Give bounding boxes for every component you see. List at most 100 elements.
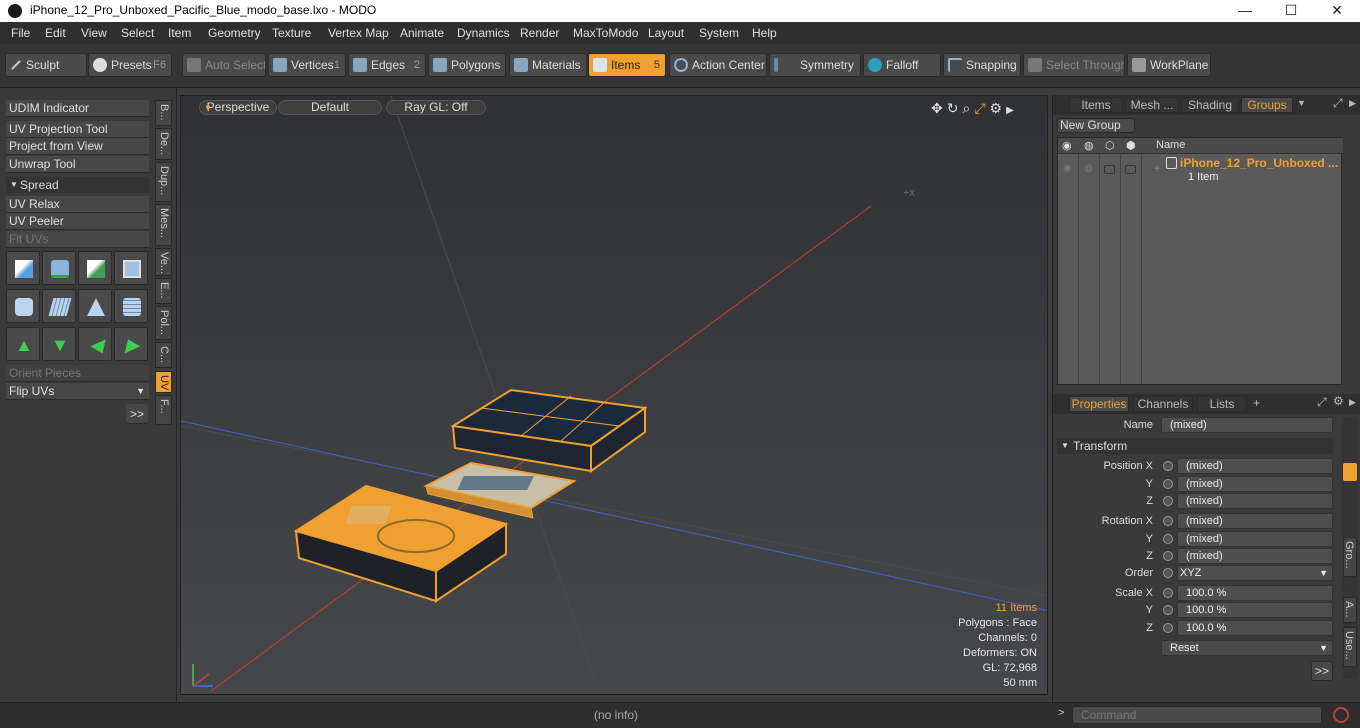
tab-items[interactable]: Items [1069,97,1123,113]
rotation-x-radio[interactable] [1163,516,1173,526]
menu-item[interactable]: Item [168,26,191,40]
position-z-radio[interactable] [1163,496,1173,506]
position-y-field[interactable]: (mixed) [1177,476,1333,492]
menu-file[interactable]: File [11,26,30,40]
falloff-button[interactable]: Falloff [863,53,941,77]
3d-viewport[interactable]: +x Perspective Default Ray GL: Off ✥↻⌕⤢⚙… [180,95,1048,695]
spread-section-header[interactable]: ▼ Spread [6,177,149,193]
name-field[interactable]: (mixed) [1161,417,1333,433]
expand-plus-icon[interactable]: + [1154,164,1160,175]
scale-z-radio[interactable] [1163,623,1173,633]
record-icon[interactable] [1333,707,1349,723]
group-row[interactable]: ◉ ◍ + iPhone_12_Pro_Unboxed ... 1 Item [1058,156,1343,184]
scale-x-radio[interactable] [1163,588,1173,598]
udim-indicator-button[interactable]: UDIM Indicator [6,100,149,117]
lock-icon[interactable]: ⬡ [1105,139,1115,152]
tab-lists[interactable]: Lists [1197,396,1247,412]
uv-projection-tool-button[interactable]: UV Projection Tool [6,121,149,138]
vtab-f[interactable]: F... [155,395,172,425]
play-icon[interactable]: ▶ [1349,98,1356,109]
tab-channels[interactable]: Channels [1133,396,1193,412]
add-tab-button[interactable]: + [1253,396,1260,410]
sculpt-button[interactable]: Sculpt [5,53,87,77]
command-input[interactable] [1072,706,1322,724]
select-through-button[interactable]: Select Through [1023,53,1125,77]
menu-animate[interactable]: Animate [400,26,444,40]
unwrap-tool-button[interactable]: Unwrap Tool [6,156,149,173]
presets-button[interactable]: Presets F6 [88,53,172,77]
close-button[interactable]: ✕ [1314,0,1360,22]
menu-select[interactable]: Select [121,26,154,40]
vtab-b[interactable]: B... [155,100,172,126]
uv-move-tool[interactable] [78,251,112,285]
expand-icon[interactable]: ⤢ [1317,395,1327,410]
lock-checkbox[interactable] [1104,165,1115,174]
vtab-vertex[interactable]: Ve... [155,248,172,276]
vtab-mesh[interactable]: Mes... [155,204,172,246]
raygl-toggle[interactable]: Ray GL: Off [386,100,486,115]
action-center-button[interactable]: Action Center [669,53,767,77]
maximize-button[interactable]: ☐ [1268,0,1314,22]
scale-z-field[interactable]: 100.0 % [1177,620,1333,636]
workplane-button[interactable]: WorkPlane [1127,53,1211,77]
more-button[interactable]: >> [126,404,148,424]
menu-dynamics[interactable]: Dynamics [457,26,510,40]
tab-mesh[interactable]: Mesh ... [1125,97,1179,113]
vtab-curve[interactable]: C... [155,342,172,368]
materials-button[interactable]: Materials [509,53,587,77]
uv-cone-tool[interactable] [78,289,112,323]
side-tab-active[interactable] [1343,463,1357,481]
select-checkbox[interactable] [1125,165,1136,174]
uv-cube-map-tool[interactable] [6,289,40,323]
uv-align-right-button[interactable]: ▶ [114,327,148,361]
expand-icon[interactable]: ⤢ [1333,96,1343,111]
symmetry-button[interactable]: Symmetry [769,53,861,77]
vtab-duplicate[interactable]: Dup... [155,162,172,202]
position-y-radio[interactable] [1163,479,1173,489]
order-radio[interactable] [1163,568,1173,578]
menu-system[interactable]: System [699,26,739,40]
tab-properties[interactable]: Properties [1069,396,1129,412]
vtab-uv[interactable]: UV [155,371,172,393]
menu-layout[interactable]: Layout [648,26,684,40]
uv-box-tool[interactable] [114,251,148,285]
render-icon[interactable]: ◍ [1084,139,1094,152]
move-view-icon[interactable]: ✥ [931,100,947,116]
vtab-deform[interactable]: De... [155,128,172,160]
rotation-x-field[interactable]: (mixed) [1177,513,1333,529]
scale-y-field[interactable]: 100.0 % [1177,602,1333,618]
vtab-edge[interactable]: E... [155,278,172,304]
menu-texture[interactable]: Texture [272,26,311,40]
rotate-view-icon[interactable]: ↻ [947,100,963,116]
position-x-radio[interactable] [1163,461,1173,471]
chevron-down-icon[interactable]: ▼ [1297,98,1306,108]
menu-edit[interactable]: Edit [45,26,66,40]
new-group-button[interactable]: New Group [1057,118,1135,133]
side-tab-groups[interactable]: Gro... [1343,537,1357,577]
eye-icon[interactable]: ◉ [1063,163,1072,174]
uv-sphere-tool[interactable] [114,289,148,323]
flip-uvs-dropdown[interactable]: Flip UVs ▼ [6,383,149,400]
fit-uvs-button[interactable]: Fit UVs [6,231,149,248]
rotation-y-radio[interactable] [1163,534,1173,544]
uv-align-up-button[interactable]: ▲ [6,327,40,361]
polygons-button[interactable]: Polygons [428,53,506,77]
uv-relax-button[interactable]: UV Relax [6,196,149,213]
uv-transform-tool[interactable] [6,251,40,285]
menu-vertex-map[interactable]: Vertex Map [328,26,389,40]
rotation-z-radio[interactable] [1163,551,1173,561]
menu-render[interactable]: Render [520,26,559,40]
gear-icon[interactable]: ⚙ [1333,394,1344,408]
more-button[interactable]: >> [1311,661,1333,681]
uv-align-down-button[interactable]: ▼ [42,327,76,361]
gear-icon[interactable]: ⚙ [990,100,1007,116]
snapping-button[interactable]: Snapping [943,53,1021,77]
uv-align-left-button[interactable]: ◀ [78,327,112,361]
scale-x-field[interactable]: 100.0 % [1177,585,1333,601]
eye-icon[interactable]: ◉ [1062,139,1072,152]
shading-dropdown[interactable]: Default [278,100,382,115]
play-icon[interactable]: ▶ [1349,397,1356,408]
perspective-dropdown[interactable]: Perspective [199,100,277,115]
uv-planar-tool[interactable] [42,289,76,323]
scale-y-radio[interactable] [1163,605,1173,615]
